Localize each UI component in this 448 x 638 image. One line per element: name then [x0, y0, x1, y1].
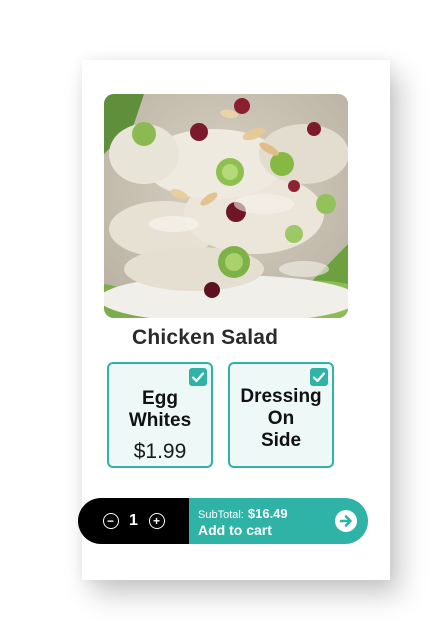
subtotal: SubTotal: $16.49 [198, 505, 288, 523]
screen: Chicken Salad Egg Whites $1.99 Dressing … [0, 0, 448, 638]
subtotal-value: $16.49 [247, 506, 288, 521]
option-price: $1.99 [133, 440, 187, 463]
add-to-cart-label: Add to cart [198, 522, 272, 538]
option-label: Egg Whites [109, 388, 211, 432]
option-label-line: Egg [142, 388, 178, 409]
option-label-line: Whites [128, 410, 192, 431]
decrement-button[interactable]: − [102, 513, 119, 529]
option-egg-whites[interactable]: Egg Whites $1.99 [107, 362, 213, 468]
chicken-salad-photo [104, 94, 348, 318]
cart-bar: − 1 + SubTotal: $16.49 Add to cart [78, 498, 368, 544]
option-label: Dressing On Side [230, 386, 332, 452]
option-label-line: On [267, 408, 295, 429]
quantity-stepper: − 1 + [78, 498, 189, 544]
option-dressing-on-side[interactable]: Dressing On Side [228, 362, 334, 468]
add-to-cart-button[interactable]: SubTotal: $16.49 Add to cart [189, 498, 368, 544]
product-card: Chicken Salad Egg Whites $1.99 Dressing … [78, 60, 386, 574]
increment-button[interactable]: + [148, 513, 165, 529]
quantity-value: 1 [129, 512, 138, 529]
subtotal-label: SubTotal: [198, 509, 244, 521]
option-label-line: Side [260, 430, 302, 451]
arrow-right-circle-icon[interactable] [335, 510, 357, 532]
product-title: Chicken Salad [132, 326, 279, 349]
product-photo [104, 94, 348, 318]
option-label-line: Dressing [240, 386, 322, 407]
checkbox-checked-icon[interactable] [310, 368, 328, 386]
checkbox-checked-icon[interactable] [189, 368, 207, 386]
